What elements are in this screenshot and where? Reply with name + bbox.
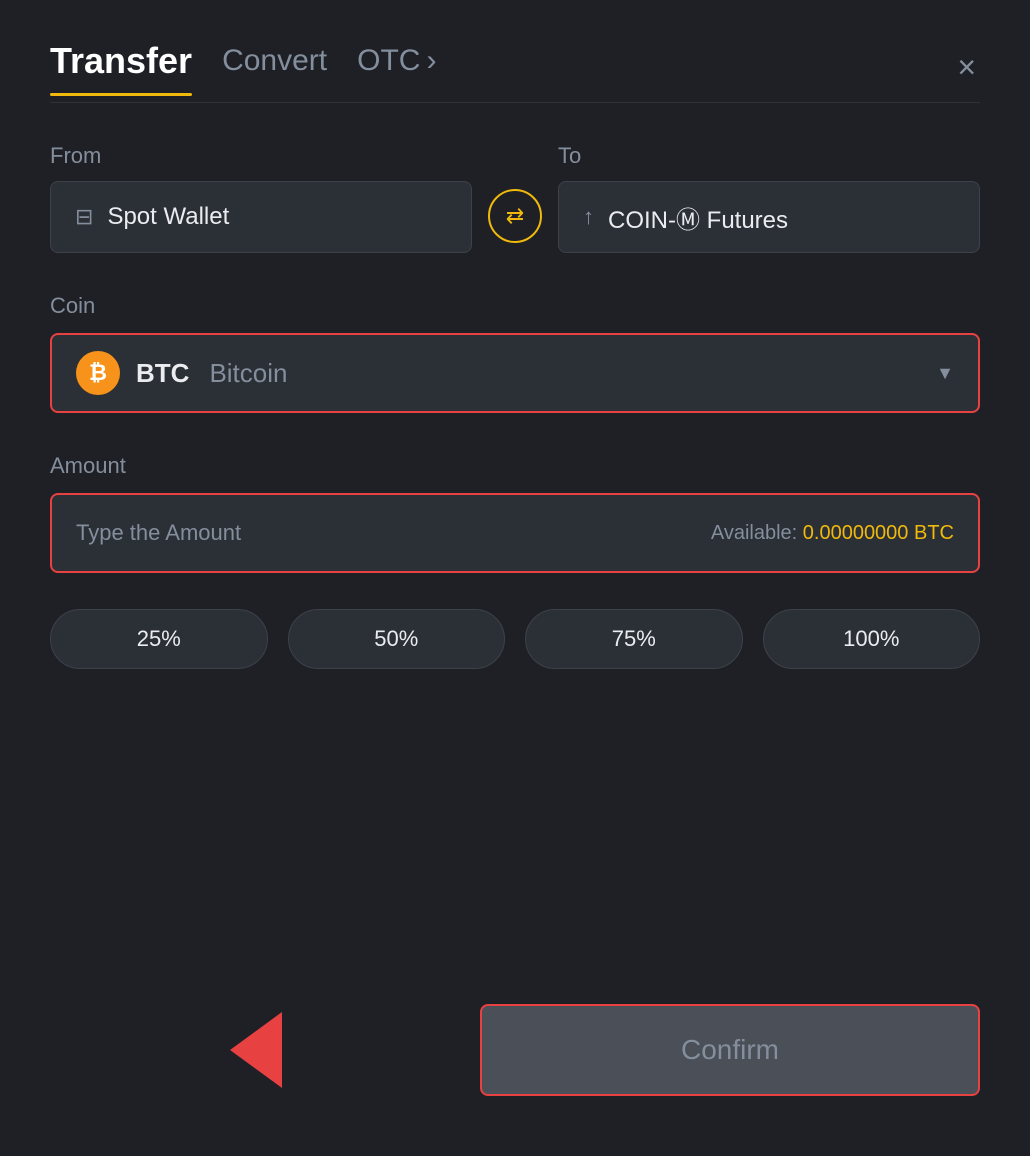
to-wallet-box[interactable]: ↑ COIN-Ⓜ Futures <box>558 181 980 253</box>
modal-container: Transfer Convert OTC › × From ⊟ Spot Wal… <box>0 0 1030 1156</box>
from-wallet-label: Spot Wallet <box>107 203 229 231</box>
btc-icon: ₿ <box>76 351 120 395</box>
wallet-card-icon: ⊟ <box>75 204 93 230</box>
available-label: Available: <box>711 522 797 544</box>
close-button[interactable]: × <box>953 47 980 87</box>
confirm-button[interactable]: Confirm <box>480 1004 980 1096</box>
modal-header: Transfer Convert OTC › × <box>50 40 980 94</box>
from-wallet-box[interactable]: ⊟ Spot Wallet <box>50 181 472 253</box>
chevron-down-icon: ▼ <box>936 363 954 384</box>
amount-input[interactable] <box>76 520 515 546</box>
coin-fullname: Bitcoin <box>209 358 287 389</box>
amount-box: Available: 0.00000000 BTC <box>50 493 980 573</box>
coin-symbol: BTC <box>136 358 189 389</box>
available-value: 0.00000000 BTC <box>803 522 954 544</box>
tab-transfer[interactable]: Transfer <box>50 40 192 94</box>
pct-25-button[interactable]: 25% <box>50 609 268 669</box>
bottom-row: Confirm <box>50 1004 980 1096</box>
coin-selector[interactable]: ₿ BTC Bitcoin ▼ <box>50 333 980 413</box>
swap-icon: ⇄ <box>506 203 524 229</box>
to-section: To ↑ COIN-Ⓜ Futures <box>558 143 980 253</box>
futures-icon: ↑ <box>583 204 594 230</box>
from-to-section: From ⊟ Spot Wallet ⇄ To ↑ COIN-Ⓜ Futures <box>50 143 980 253</box>
available-display: Available: 0.00000000 BTC <box>711 522 954 545</box>
to-label: To <box>558 143 980 169</box>
tab-otc[interactable]: OTC › <box>357 44 436 90</box>
coin-label: Coin <box>50 293 980 319</box>
coin-section: Coin ₿ BTC Bitcoin ▼ <box>50 293 980 453</box>
to-wallet-label: COIN-Ⓜ Futures <box>608 200 788 235</box>
amount-section: Amount Available: 0.00000000 BTC <box>50 453 980 609</box>
from-label: From <box>50 143 472 169</box>
swap-button-container: ⇄ <box>472 189 558 253</box>
from-section: From ⊟ Spot Wallet <box>50 143 472 253</box>
otc-chevron-icon: › <box>426 44 436 78</box>
tab-convert[interactable]: Convert <box>222 44 327 90</box>
percentage-row: 25% 50% 75% 100% <box>50 609 980 669</box>
arrow-icon <box>230 1012 282 1088</box>
header-divider <box>50 102 980 103</box>
amount-label: Amount <box>50 453 980 479</box>
pct-75-button[interactable]: 75% <box>525 609 743 669</box>
arrow-pointer <box>230 1012 282 1088</box>
pct-100-button[interactable]: 100% <box>763 609 981 669</box>
swap-button[interactable]: ⇄ <box>488 189 542 243</box>
pct-50-button[interactable]: 50% <box>288 609 506 669</box>
